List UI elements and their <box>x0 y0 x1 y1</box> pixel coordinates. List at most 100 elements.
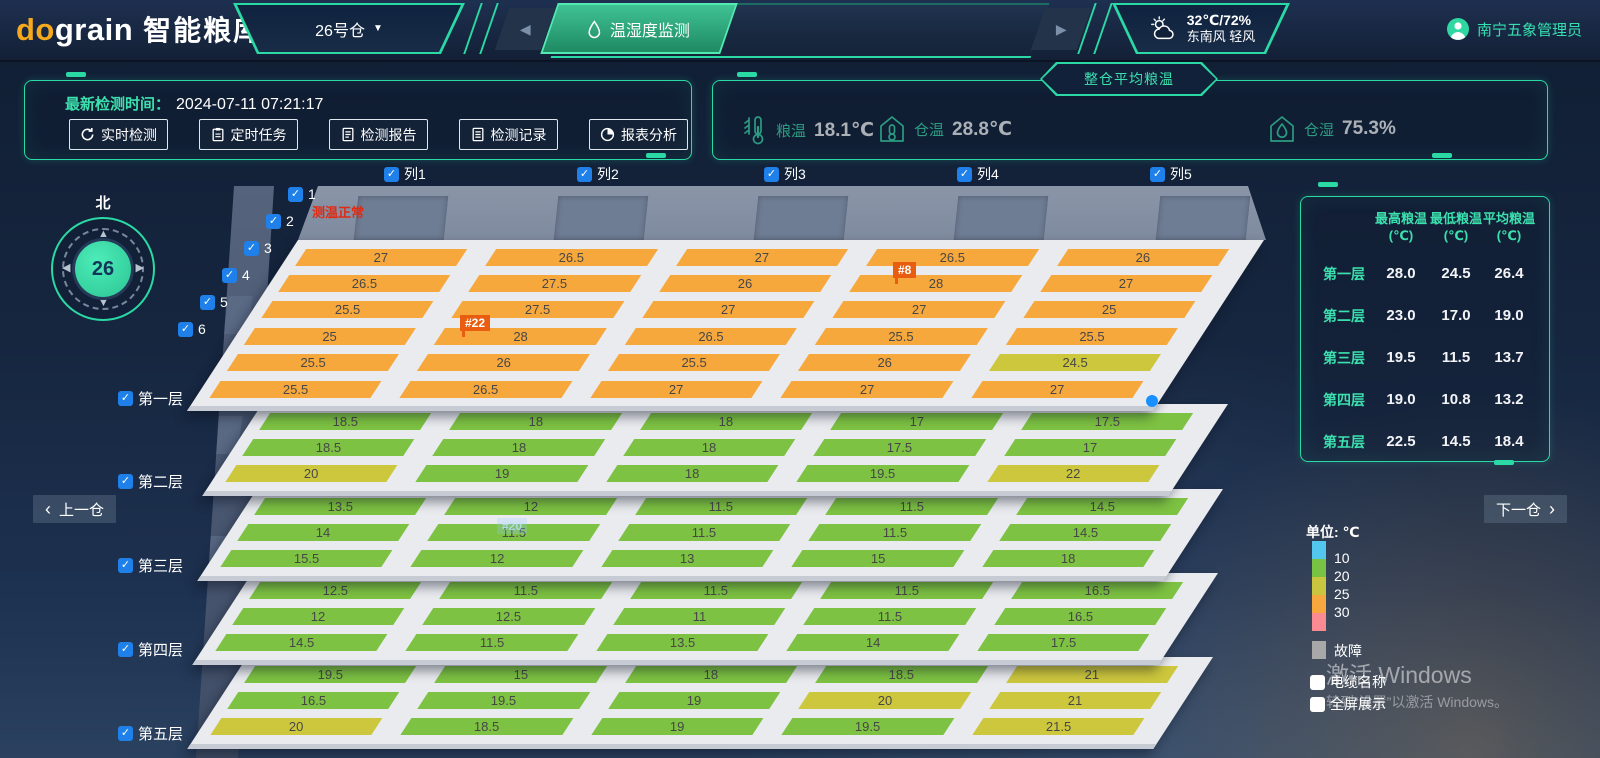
cable-bar[interactable]: 27 <box>295 249 467 266</box>
cable-bar[interactable]: 18 <box>623 439 795 456</box>
cable-bar[interactable]: 18.5 <box>400 718 572 735</box>
cable-bar[interactable]: 25.5 <box>261 301 433 318</box>
cable-bar[interactable]: 12 <box>232 608 404 625</box>
checkbox[interactable]: ✓ <box>200 295 215 310</box>
cable-bar[interactable]: 20 <box>798 692 970 709</box>
cable-bar[interactable]: 17.5 <box>1021 413 1193 430</box>
cable-bar[interactable]: 25.5 <box>815 328 987 345</box>
cable-bar[interactable]: 13 <box>601 550 773 567</box>
cable-bar[interactable]: 19 <box>591 718 763 735</box>
cable-tag-#20[interactable]: #20 <box>497 518 527 534</box>
compass-left-arrow[interactable]: ◀ <box>62 263 70 274</box>
compass-up-arrow[interactable]: ▲ <box>98 229 109 240</box>
checkbox[interactable]: ✓ <box>1150 167 1165 182</box>
option-checkbox-电缆名称[interactable]: 电缆名称 <box>1310 672 1386 692</box>
column-checkbox-列2[interactable]: ✓列2 <box>577 164 619 184</box>
next-warehouse-button[interactable]: 下一仓 › <box>1484 495 1567 523</box>
cable-bar[interactable]: 27 <box>971 381 1143 398</box>
cable-bar[interactable]: 21.5 <box>972 718 1144 735</box>
row-checkbox-4[interactable]: ✓4 <box>222 267 250 283</box>
cable-bar[interactable]: 18 <box>450 413 622 430</box>
cable-bar[interactable]: 14 <box>786 634 958 651</box>
detection-button-实时检测[interactable]: 实时检测 <box>69 119 168 150</box>
cable-bar[interactable]: 16.5 <box>227 692 399 709</box>
cable-bar[interactable]: 18.5 <box>259 413 431 430</box>
cable-bar[interactable]: 17.5 <box>813 439 985 456</box>
cable-bar[interactable]: 18 <box>640 413 812 430</box>
cable-tag-#8[interactable]: #8 <box>893 262 916 278</box>
cable-bar[interactable]: 25.5 <box>608 354 780 371</box>
cable-bar[interactable]: 27 <box>1040 275 1212 292</box>
checkbox[interactable]: ✓ <box>118 474 133 489</box>
detection-button-检测记录[interactable]: 检测记录 <box>459 119 558 150</box>
column-checkbox-列5[interactable]: ✓列5 <box>1150 164 1192 184</box>
cable-bar[interactable]: 27.5 <box>469 275 641 292</box>
cable-bar[interactable]: 20 <box>225 465 397 482</box>
cable-bar[interactable]: 26 <box>798 354 970 371</box>
row-checkbox-6[interactable]: ✓6 <box>178 321 206 337</box>
cable-bar[interactable]: 18.5 <box>816 666 988 683</box>
cable-bar[interactable]: 11.5 <box>808 524 980 541</box>
cable-bar[interactable]: 19 <box>415 465 587 482</box>
cable-bar[interactable]: 28 <box>849 275 1021 292</box>
warehouse-selector[interactable]: 26号仓 ▼ <box>233 3 465 54</box>
cable-bar[interactable]: 19.5 <box>418 692 590 709</box>
cable-bar[interactable]: 25.5 <box>1006 328 1178 345</box>
cable-bar[interactable]: 16.5 <box>994 608 1166 625</box>
checkbox[interactable]: ✓ <box>118 558 133 573</box>
checkbox[interactable]: ✓ <box>577 167 592 182</box>
checkbox[interactable]: ✓ <box>118 642 133 657</box>
row-checkbox-2[interactable]: ✓2 <box>266 213 294 229</box>
checkbox[interactable]: ✓ <box>288 187 303 202</box>
cable-bar[interactable]: 14.5 <box>999 524 1171 541</box>
checkbox[interactable]: ✓ <box>266 214 281 229</box>
cable-bar[interactable]: 18 <box>625 666 797 683</box>
compass-right-arrow[interactable]: ▶ <box>136 263 144 274</box>
cable-bar[interactable]: 11.5 <box>405 634 577 651</box>
cable-bar[interactable]: 14.5 <box>215 634 387 651</box>
cable-bar[interactable]: 11.5 <box>821 582 993 599</box>
cable-bar[interactable]: 17 <box>1004 439 1176 456</box>
layer-checkbox-第一层[interactable]: ✓第一层 <box>118 388 183 409</box>
cable-bar[interactable]: 25.5 <box>210 381 382 398</box>
checkbox[interactable]: ✓ <box>957 167 972 182</box>
cable-tag-#22[interactable]: #22 <box>460 315 490 331</box>
checkbox[interactable]: ✓ <box>384 167 399 182</box>
cable-bar[interactable]: 16.5 <box>1011 582 1183 599</box>
cable-bar[interactable]: 13.5 <box>254 498 426 515</box>
cable-bar[interactable]: 17.5 <box>977 634 1149 651</box>
checkbox[interactable]: ✓ <box>118 726 133 741</box>
cable-bar[interactable]: 12.5 <box>423 608 595 625</box>
cable-bar[interactable]: 27 <box>642 301 814 318</box>
detection-button-定时任务[interactable]: 定时任务 <box>199 119 298 150</box>
row-checkbox-1[interactable]: ✓1 <box>288 186 316 202</box>
option-checkbox-全屏展示[interactable]: 全屏展示 <box>1310 694 1386 714</box>
checkbox[interactable]: ✓ <box>764 167 779 182</box>
cable-bar[interactable]: 24.5 <box>988 354 1160 371</box>
cable-bar[interactable]: 27 <box>676 249 848 266</box>
cable-bar[interactable]: 19.5 <box>796 465 968 482</box>
column-checkbox-列1[interactable]: ✓列1 <box>384 164 426 184</box>
cable-bar[interactable]: 19.5 <box>244 666 416 683</box>
sensor-handle-dot[interactable] <box>1146 395 1158 407</box>
row-checkbox-5[interactable]: ✓5 <box>200 294 228 310</box>
prev-warehouse-button[interactable]: ‹ 上一仓 <box>33 495 116 523</box>
detection-button-检测报告[interactable]: 检测报告 <box>329 119 428 150</box>
row-checkbox-3[interactable]: ✓3 <box>244 240 272 256</box>
cable-bar[interactable]: 21 <box>1006 666 1178 683</box>
checkbox[interactable] <box>1310 675 1325 690</box>
cable-bar[interactable]: 11.5 <box>630 582 802 599</box>
cable-bar[interactable]: 11.5 <box>635 498 807 515</box>
tab-temperature-humidity[interactable]: 温湿度监测 <box>540 3 738 54</box>
column-checkbox-列3[interactable]: ✓列3 <box>764 164 806 184</box>
checkbox[interactable]: ✓ <box>222 268 237 283</box>
cable-bar[interactable]: 26 <box>1057 249 1229 266</box>
cable-bar[interactable]: 14 <box>237 524 409 541</box>
cable-bar[interactable]: 18 <box>433 439 605 456</box>
compass-down-arrow[interactable]: ▼ <box>98 298 109 309</box>
checkbox[interactable] <box>1310 697 1325 712</box>
cable-bar[interactable]: 15.5 <box>220 550 392 567</box>
cable-bar[interactable]: 12 <box>410 550 582 567</box>
cable-bar[interactable]: 11.5 <box>618 524 790 541</box>
layer-checkbox-第五层[interactable]: ✓第五层 <box>118 723 183 744</box>
